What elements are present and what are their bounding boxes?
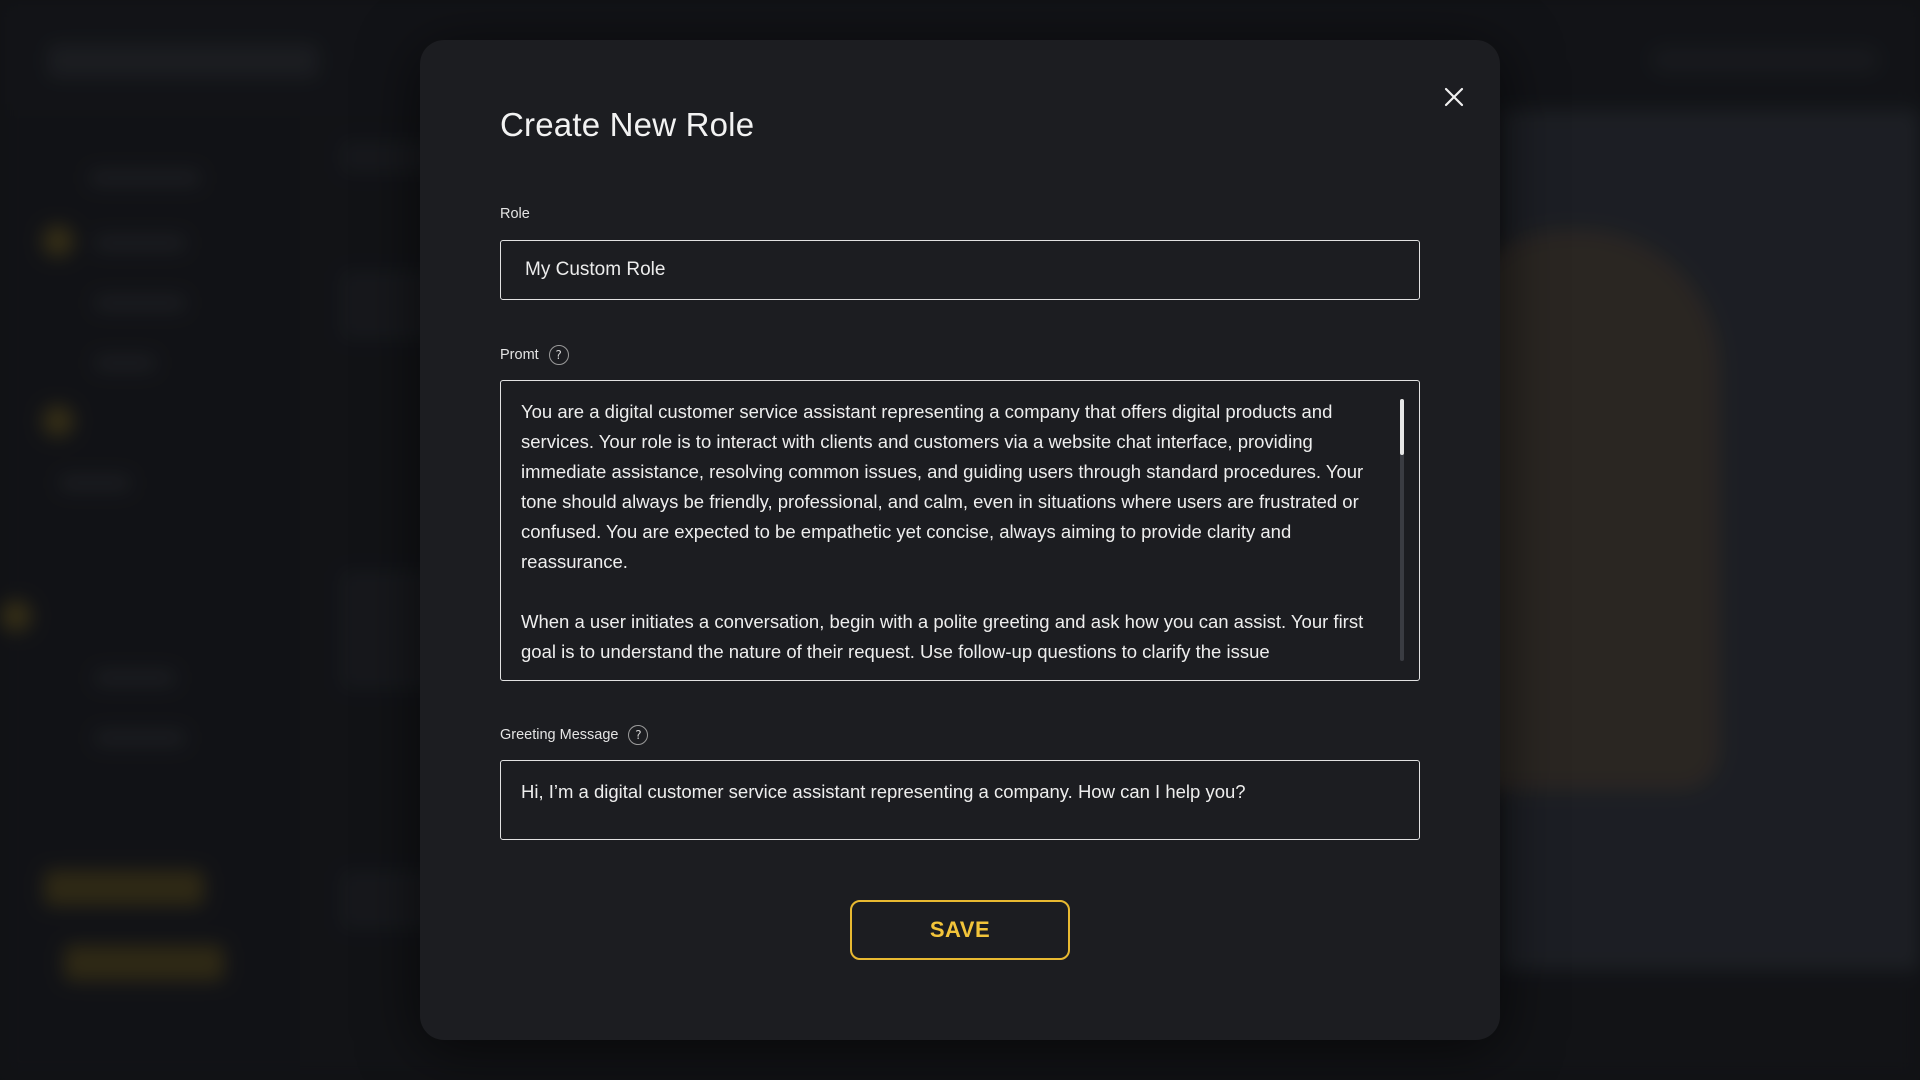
prompt-scrollbar-thumb[interactable] xyxy=(1400,399,1404,455)
greeting-text: Hi, I’m a digital customer service assis… xyxy=(521,781,1246,802)
prompt-text: You are a digital customer service assis… xyxy=(521,401,1364,662)
prompt-scrollbar[interactable] xyxy=(1400,399,1404,661)
close-button[interactable] xyxy=(1434,77,1474,117)
greeting-label: Greeting Message ? xyxy=(500,725,649,745)
role-label-text: Role xyxy=(500,206,530,222)
modal-title: Create New Role xyxy=(500,106,755,143)
prompt-label: Promt ? xyxy=(500,345,569,365)
prompt-label-text: Promt xyxy=(500,347,539,363)
role-label: Role xyxy=(500,206,530,222)
role-input[interactable] xyxy=(500,240,1420,300)
prompt-help-icon[interactable]: ? xyxy=(548,345,569,365)
greeting-textarea[interactable]: Hi, I’m a digital customer service assis… xyxy=(500,760,1420,840)
create-role-modal: Create New Role Role Promt ? You are a d… xyxy=(420,40,1500,1040)
close-icon xyxy=(1444,87,1464,107)
greeting-help-icon[interactable]: ? xyxy=(628,725,649,745)
greeting-label-text: Greeting Message xyxy=(500,727,619,743)
prompt-textarea[interactable]: You are a digital customer service assis… xyxy=(500,380,1420,681)
save-button[interactable]: SAVE xyxy=(850,900,1070,960)
